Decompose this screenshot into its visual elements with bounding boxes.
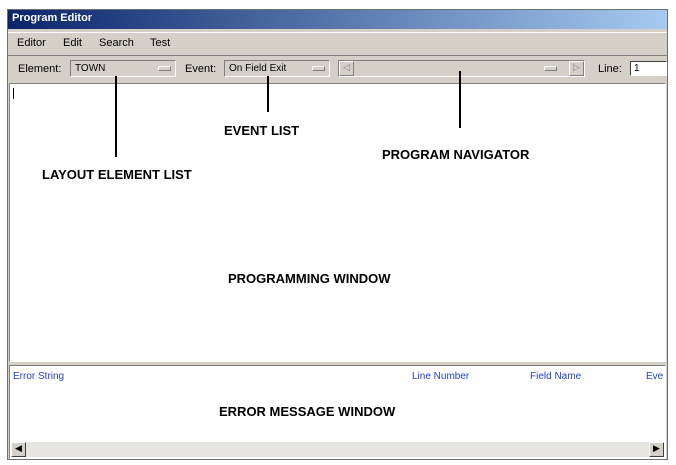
title-bar[interactable]: Program Editor [8, 10, 667, 29]
annotation-error-message-window: ERROR MESSAGE WINDOW [219, 404, 396, 419]
menu-bar: Editor Edit Search Test [8, 32, 667, 56]
menu-edit[interactable]: Edit [63, 37, 82, 49]
event-list-pointer [267, 76, 269, 112]
menu-test[interactable]: Test [150, 37, 170, 49]
annotation-program-navigator: PROGRAM NAVIGATOR [382, 147, 530, 162]
annotation-event-list: EVENT LIST [224, 123, 300, 138]
event-label: Event: [185, 63, 217, 75]
element-select-value: TOWN [75, 63, 106, 74]
layout-element-list-pointer [115, 76, 117, 157]
event-select[interactable]: On Field Exit [224, 60, 330, 77]
error-column-field-name[interactable]: Field Name [530, 371, 581, 382]
event-select-value: On Field Exit [229, 63, 287, 74]
menu-search[interactable]: Search [99, 37, 134, 49]
program-navigator[interactable]: ◁ ▷ [338, 60, 585, 77]
line-number-input[interactable]: 1 [630, 61, 667, 76]
arrow-right-icon[interactable]: ▶ [649, 442, 664, 457]
error-column-line-number[interactable]: Line Number [412, 371, 469, 382]
element-select[interactable]: TOWN [70, 60, 176, 77]
triangle-right-icon[interactable]: ▷ [569, 61, 584, 76]
menu-editor[interactable]: Editor [17, 37, 46, 49]
program-navigator-pointer [459, 71, 461, 128]
dropdown-grip-icon [158, 66, 171, 71]
annotation-programming-window: PROGRAMMING WINDOW [228, 271, 391, 286]
arrow-left-icon[interactable]: ◀ [11, 442, 26, 457]
toolbar: Element: TOWN Event: On Field Exit ◁ ▷ L… [8, 57, 667, 81]
element-label: Element: [18, 63, 62, 75]
program-editor-window: Program Editor Editor Edit Search Test E… [7, 9, 668, 460]
triangle-left-icon[interactable]: ◁ [339, 61, 354, 76]
horizontal-scrollbar[interactable]: ◀ ▶ [11, 442, 664, 457]
window-title: Program Editor [12, 12, 93, 24]
programming-window[interactable] [9, 83, 666, 362]
text-caret [13, 88, 14, 99]
error-column-error-string[interactable]: Error String [13, 371, 64, 382]
line-label: Line: [598, 63, 622, 75]
error-column-event[interactable]: Eve [646, 371, 663, 382]
navigator-thumb-icon[interactable] [544, 66, 557, 71]
dropdown-grip-icon [312, 66, 325, 71]
annotation-layout-element-list: LAYOUT ELEMENT LIST [42, 167, 192, 182]
